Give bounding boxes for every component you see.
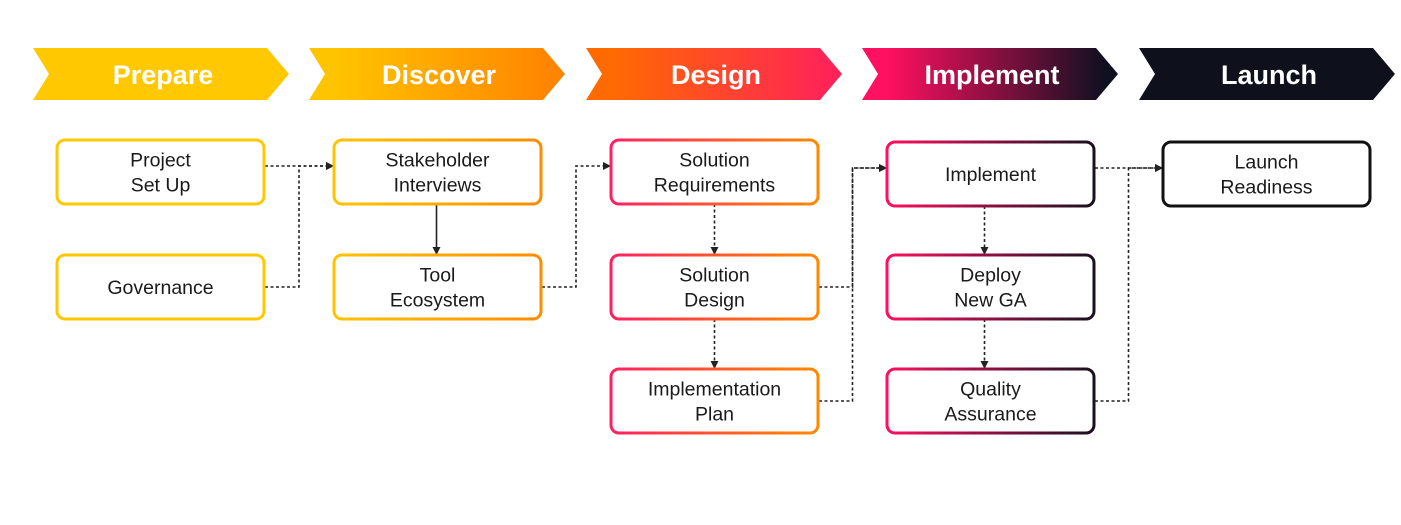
phase-implement: Implement	[862, 48, 1118, 100]
connector-governance-to-stakeholder-interviews	[265, 162, 334, 288]
step-label: Launch	[1235, 152, 1299, 174]
step-label: Solution	[679, 150, 749, 172]
step-label: Implement	[945, 164, 1037, 186]
step-label: Readiness	[1220, 177, 1312, 199]
step-quality-assurance: Quality Assurance	[885, 367, 1096, 435]
phase-design: Design	[586, 48, 842, 100]
step-label: Stakeholder	[385, 150, 490, 172]
connector-implementation-plan-to-implement	[819, 164, 887, 402]
step-project-set-up: Project Set Up	[55, 138, 266, 206]
step-label: New GA	[954, 290, 1027, 312]
phase-label: Implement	[924, 60, 1059, 90]
step-label: Assurance	[944, 404, 1036, 426]
phase-launch: Launch	[1139, 48, 1395, 100]
connector-quality-assurance-to-launch-readiness	[1095, 164, 1163, 402]
step-label: Interviews	[394, 175, 482, 197]
phase-prepare: Prepare	[33, 48, 289, 100]
step-launch-readiness: Launch Readiness	[1161, 140, 1372, 208]
step-label: Solution	[679, 265, 749, 287]
step-label: Design	[684, 290, 745, 312]
phase-chevrons: Prepare Discover Design Implement Launch	[33, 48, 1395, 100]
step-boxes: Project Set Up Governance Stakeholder Interv…	[55, 138, 1372, 435]
step-label: Tool	[420, 265, 456, 287]
step-label: Implementation	[648, 379, 781, 401]
phase-label: Launch	[1221, 60, 1317, 90]
step-label: Quality	[960, 379, 1021, 401]
step-solution-requirements: Solution Requirements	[609, 138, 820, 206]
step-label: Deploy	[960, 265, 1021, 287]
phase-label: Design	[671, 60, 761, 90]
step-label: Project	[130, 150, 191, 172]
step-label: Set Up	[131, 175, 191, 197]
step-deploy-new-ga: Deploy New GA	[885, 253, 1096, 321]
phase-label: Discover	[382, 60, 497, 90]
step-tool-ecosystem: Tool Ecosystem	[332, 253, 543, 321]
step-implementation-plan: Implementation Plan	[609, 367, 820, 435]
step-stakeholder-interviews: Stakeholder Interviews	[332, 138, 543, 206]
step-label: Ecosystem	[390, 290, 485, 312]
step-solution-design: Solution Design	[609, 253, 820, 321]
step-implement: Implement	[885, 140, 1096, 208]
step-label: Requirements	[654, 175, 776, 197]
connector-tool-ecosystem-to-solution-requirements	[542, 162, 611, 288]
process-flow-diagram: Prepare Discover Design Implement Launch Pro…	[33, 48, 1395, 435]
step-label: Governance	[107, 277, 213, 299]
step-governance: Governance	[55, 253, 266, 321]
phase-label: Prepare	[113, 60, 214, 90]
step-label: Plan	[695, 404, 734, 426]
phase-discover: Discover	[309, 48, 565, 100]
